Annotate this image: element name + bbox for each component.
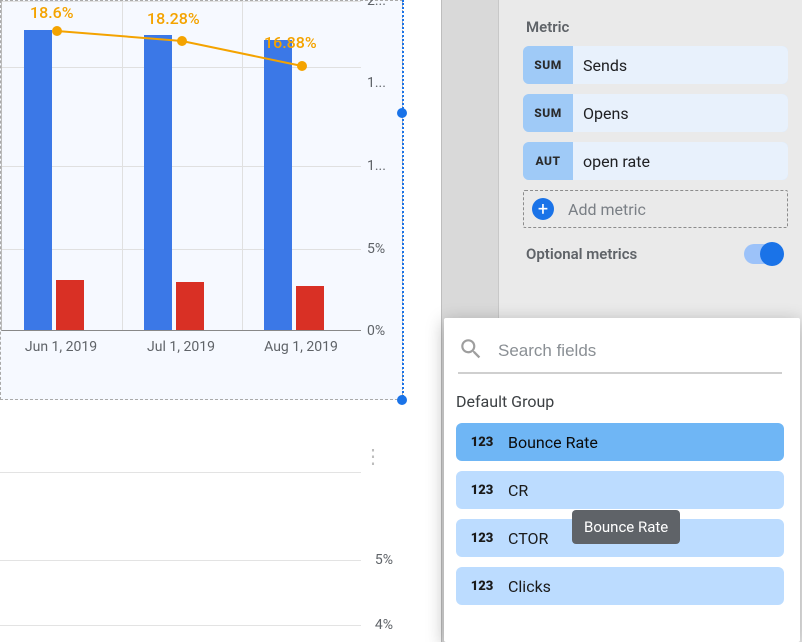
fields-popover: Default Group 123 Bounce Rate 123 CR 123… [444,318,800,642]
section-title-optional: Optional metrics [526,245,637,263]
selection-edge [402,0,404,400]
data-label-aug: 16.88% [264,33,317,52]
search-input[interactable] [498,341,782,361]
combo-chart[interactable]: 18.6% 18.28% 16.88% 2... 1... 1... 5% 0%… [0,0,403,400]
field-label: Bounce Rate [508,433,598,452]
agg-badge: SUM [523,94,573,132]
search-icon [458,336,484,366]
data-label-jul: 18.28% [147,9,200,28]
field-label: CTOR [508,529,548,548]
type-badge: 123 [462,531,502,546]
add-metric-button[interactable]: + Add metric [523,190,788,228]
bar-sends-jun [24,30,52,330]
more-icon[interactable]: ⋮ [363,444,383,468]
y-tick: 0% [367,323,385,339]
metric-label: Sends [573,46,788,84]
x-tick: Aug 1, 2019 [264,339,338,355]
type-badge: 123 [462,483,502,498]
field-item-cr[interactable]: 123 CR [456,471,784,509]
bar-opens-jun [56,280,84,330]
field-item-clicks[interactable]: 123 Clicks [456,567,784,605]
field-label: CR [508,481,528,500]
optional-metrics-toggle[interactable] [744,244,782,264]
field-item-bounce-rate[interactable]: 123 Bounce Rate [456,423,784,461]
resize-handle[interactable] [397,108,407,118]
plus-icon: + [532,198,554,220]
field-item-ctor[interactable]: 123 CTOR [456,519,784,557]
add-metric-label: Add metric [568,200,646,219]
type-badge: 123 [462,435,502,450]
metric-token-sends[interactable]: SUM Sends [523,46,788,84]
secondary-chart[interactable]: ⋮ 5% 4% [0,430,403,642]
y-tick: 2... [367,0,386,9]
metric-label: Opens [573,94,788,132]
bar-sends-aug [264,40,292,330]
bar-opens-aug [296,286,324,330]
resize-handle[interactable] [397,395,407,405]
metric-token-open-rate[interactable]: AUT open rate [523,142,788,180]
y-tick: 1... [367,75,386,91]
bar-opens-jul [176,282,204,330]
type-badge: 123 [462,579,502,594]
data-label-jun: 18.6% [30,3,74,22]
y-tick: 5% [367,241,385,257]
section-title-metric: Metric [499,4,802,46]
metric-token-opens[interactable]: SUM Opens [523,94,788,132]
field-label: Clicks [508,577,551,596]
group-title: Default Group [444,374,800,423]
y-tick: 1... [367,158,386,174]
x-tick: Jul 1, 2019 [147,339,215,355]
agg-badge: SUM [523,46,573,84]
plot-area: 18.6% 18.28% 16.88% [1,1,361,331]
metric-label: open rate [573,142,788,180]
agg-badge: AUT [523,142,573,180]
y-tick: 5% [375,552,393,568]
y-tick: 4% [375,617,393,633]
bar-sends-jul [144,35,172,330]
chart-area: 18.6% 18.28% 16.88% 2... 1... 1... 5% 0%… [0,0,440,642]
x-tick: Jun 1, 2019 [25,339,97,355]
